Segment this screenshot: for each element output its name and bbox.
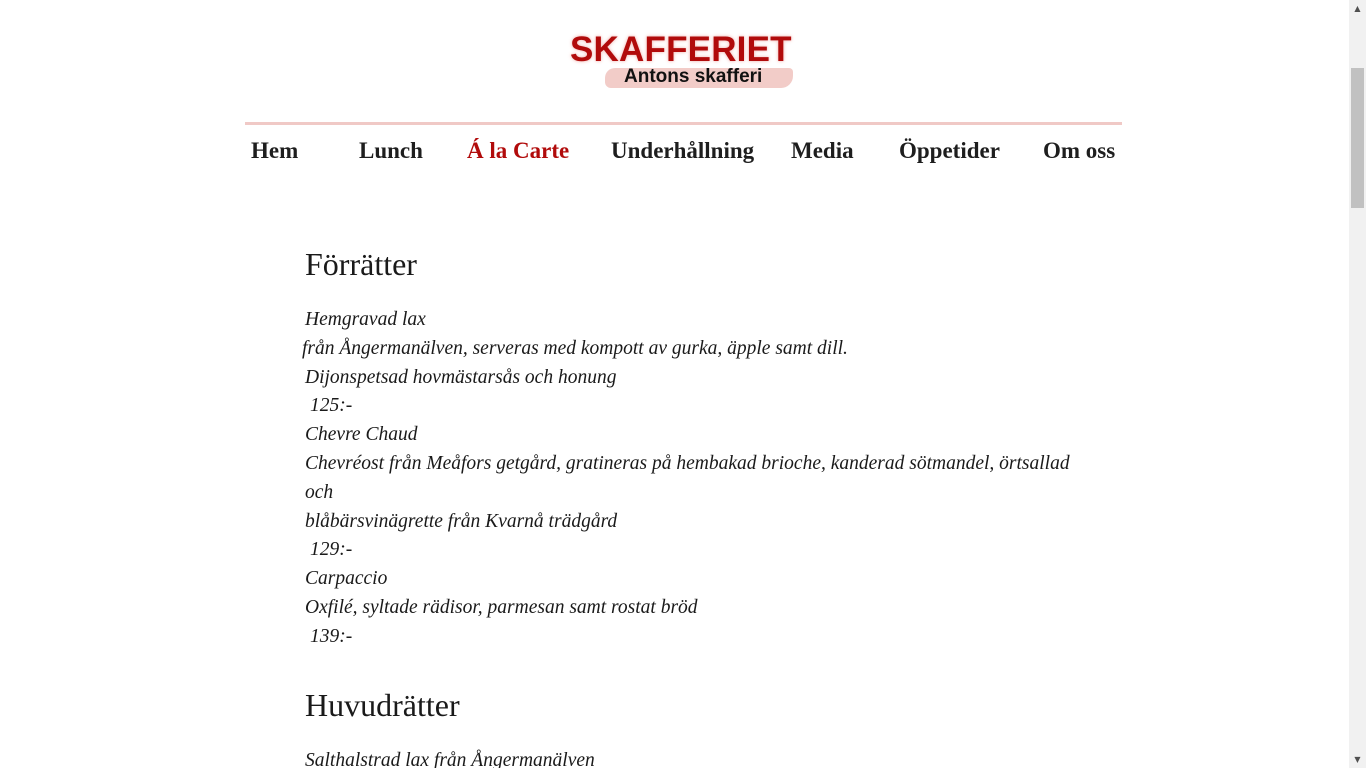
dish-description: Oxfilé, syltade rädisor, parmesan samt r… — [305, 596, 698, 618]
nav-item-oppetider[interactable]: Öppetider — [899, 138, 1000, 164]
triangle-down-icon[interactable]: ▼ — [1349, 751, 1366, 768]
dish-name: Chevre Chaud — [305, 424, 418, 446]
menu-list: Hemgravad lax från Ångermanälven, server… — [302, 306, 1085, 652]
dish-description: Chevréost från Meåfors getgård, gratiner… — [305, 452, 1070, 503]
nav-item-media[interactable]: Media — [791, 138, 854, 164]
section-title: Huvudrätter — [305, 686, 460, 723]
page: SKAFFERIET Antons skafferi Hem Lunch Á l… — [0, 0, 1349, 768]
nav-divider — [245, 122, 1122, 125]
dish-description: Dijonspetsad hovmästarsås och honung — [305, 366, 617, 388]
logo-title: SKAFFERIET — [570, 30, 792, 69]
nav-item-lunch[interactable]: Lunch — [359, 138, 423, 164]
dish-name: Salthalstrad lax från Ångermanälven — [305, 749, 595, 768]
section-forratter: Förrätter Hemgravad lax från Ångermanälv… — [302, 244, 1085, 652]
nav-item-a-la-carte[interactable]: Á la Carte — [467, 138, 569, 164]
dish-price: 139:- — [310, 625, 353, 647]
logo-subtitle: Antons skafferi — [624, 66, 763, 87]
dish-description: från Ångermanälven, serveras med kompott… — [302, 337, 848, 359]
menu-content: Förrätter Hemgravad lax från Ångermanälv… — [302, 244, 1085, 768]
triangle-up-icon[interactable]: ▲ — [1349, 0, 1366, 17]
nav-item-underhallning[interactable]: Underhållning — [611, 138, 754, 164]
dish-price: 125:- — [310, 395, 353, 417]
dish-name: Carpaccio — [305, 568, 388, 590]
dish-price: 129:- — [310, 539, 353, 561]
dish-description: blåbärsvinägrette från Kvarnå trädgård — [305, 510, 618, 532]
scrollbar-thumb[interactable] — [1351, 68, 1364, 208]
nav-item-hem[interactable]: Hem — [251, 138, 298, 164]
vertical-scrollbar[interactable]: ▲ ▼ — [1349, 0, 1366, 768]
nav-item-om-oss[interactable]: Om oss — [1043, 138, 1115, 164]
menu-list: Salthalstrad lax från Ångermanälven — [305, 747, 1085, 768]
logo[interactable]: SKAFFERIET Antons skafferi — [565, 30, 805, 94]
section-huvudratter: Huvudrätter Salthalstrad lax från Ångerm… — [305, 685, 1085, 768]
dish-name: Hemgravad lax — [305, 309, 426, 330]
main-nav: Hem Lunch Á la Carte Underhållning Media… — [245, 138, 1122, 174]
section-title: Förrätter — [305, 246, 417, 282]
